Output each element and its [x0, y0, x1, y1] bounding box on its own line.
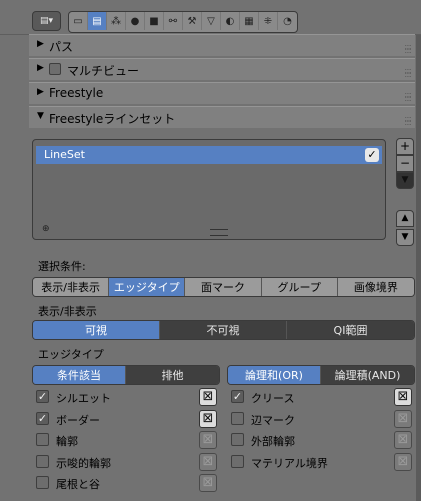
edge-type-checkbox[interactable]: ✓: [231, 390, 244, 403]
edge-type-row: マテリアル境界 ⊠: [231, 452, 421, 471]
edge-logic-option-1[interactable]: 論理積(AND): [321, 366, 414, 384]
panel-title: パス: [49, 40, 74, 54]
list-item[interactable]: LineSet ✓: [36, 146, 382, 164]
selection-option-0[interactable]: 表示/非表示: [33, 278, 110, 296]
edge-type-label: 輪郭: [56, 435, 78, 448]
edge-type-row: 示唆的輪郭 ⊠: [36, 452, 226, 471]
edge-type-row: ✓ ボーダー ⊠: [36, 409, 226, 428]
edge-type-label: 辺マーク: [251, 413, 295, 427]
edge-type-label: 外部輪郭: [251, 435, 295, 448]
panel-lineset[interactable]: ▼ Freestyleラインセット ::::::::: [29, 106, 415, 128]
data-icon[interactable]: ▽: [202, 12, 221, 30]
move-down-button[interactable]: ▼: [396, 229, 414, 246]
edge-type-checkbox[interactable]: [36, 454, 49, 468]
context-tabs: ▭ ▤ ⁂ ● ■ ⚯ ⚒ ▽ ◐ ▦ ⁜ ◔: [68, 11, 298, 33]
collapse-arrow-icon: ▼: [37, 111, 44, 121]
exclude-toggle-icon[interactable]: ⊠: [394, 431, 412, 449]
world-icon[interactable]: ●: [126, 12, 145, 30]
scene-icon[interactable]: ⁂: [107, 12, 126, 30]
texture-icon[interactable]: ▦: [240, 12, 259, 30]
panel-title: マルチビュー: [67, 64, 140, 78]
remove-lineset-button[interactable]: −: [396, 155, 414, 172]
drag-grip-icon[interactable]: ::::::::: [404, 91, 412, 103]
edge-type-checkbox[interactable]: [231, 454, 244, 468]
edge-type-label: 示唆的輪郭: [56, 456, 111, 470]
object-icon[interactable]: ■: [145, 12, 164, 30]
panel-title: Freestyle: [49, 86, 104, 100]
edge-type-checkbox[interactable]: ✓: [36, 411, 49, 425]
material-icon[interactable]: ◐: [221, 12, 240, 30]
lineset-name[interactable]: LineSet: [44, 148, 85, 161]
exclude-toggle-icon[interactable]: ⊠: [199, 431, 217, 449]
exclude-toggle-icon[interactable]: ⊠: [394, 388, 412, 406]
lineset-specials-menu-button[interactable]: ▼: [396, 172, 414, 189]
edge-type-checkbox[interactable]: ✓: [36, 390, 49, 403]
edge-types-label: エッジタイプ: [38, 348, 104, 361]
selection-option-1[interactable]: エッジタイプ: [109, 278, 186, 296]
selection-label: 選択条件:: [38, 260, 86, 273]
edge-type-label: マテリアル境界: [251, 456, 328, 470]
edge-type-row: ✓ クリース ⊠: [231, 388, 421, 406]
exclude-toggle-icon[interactable]: ⊠: [394, 409, 412, 428]
edge-type-label: クリース: [251, 392, 295, 405]
particles-icon[interactable]: ⁜: [259, 12, 278, 30]
lineset-enable-checkbox[interactable]: ✓: [365, 148, 379, 162]
exclude-toggle-icon[interactable]: ⊠: [199, 409, 217, 428]
add-lineset-button[interactable]: +: [396, 138, 414, 155]
panel-freestyle[interactable]: ▶ Freestyle ::::::::: [29, 82, 415, 104]
edge-type-label: ボーダー: [56, 413, 100, 427]
selection-option-3[interactable]: グループ: [261, 278, 338, 296]
visibility-option-1[interactable]: 不可視: [160, 321, 287, 339]
list-filter-icon[interactable]: ⊕: [42, 224, 50, 234]
editor-type-icon: ▤▾: [39, 16, 54, 26]
edge-logic-option-0[interactable]: 論理和(OR): [228, 366, 321, 384]
move-up-button[interactable]: ▲: [396, 210, 414, 227]
multiview-enable-checkbox[interactable]: [49, 63, 61, 75]
modifiers-icon[interactable]: ⚒: [183, 12, 202, 30]
edge-mode-option-1[interactable]: 排他: [126, 366, 219, 384]
edge-type-row: ✓ シルエット ⊠: [36, 388, 226, 406]
edge-type-label: 尾根と谷: [56, 478, 100, 491]
expand-arrow-icon: ▶: [37, 39, 44, 49]
edge-type-row: 輪郭 ⊠: [36, 431, 226, 449]
visibility-label: 表示/非表示: [38, 305, 97, 318]
list-resize-handle[interactable]: [210, 229, 228, 236]
edge-type-checkbox[interactable]: [36, 476, 49, 489]
edge-mode-toggles: 条件該当 排他: [32, 365, 220, 385]
visibility-option-2[interactable]: QI範囲: [287, 321, 414, 339]
expand-arrow-icon: ▶: [37, 63, 44, 73]
edge-type-checkbox[interactable]: [36, 433, 49, 446]
selection-option-2[interactable]: 面マーク: [185, 278, 262, 296]
properties-header: ▤▾ ▭ ▤ ⁂ ● ■ ⚯ ⚒ ▽ ◐ ▦ ⁜ ◔: [0, 0, 421, 35]
visibility-toggles: 可視 不可視 QI範囲: [32, 320, 415, 340]
edge-type-row: 外部輪郭 ⊠: [231, 431, 421, 449]
drag-grip-icon[interactable]: ::::::::: [404, 43, 412, 55]
selection-toggles: 表示/非表示 エッジタイプ 面マーク グループ 画像境界: [32, 277, 415, 297]
physics-icon[interactable]: ◔: [278, 12, 297, 30]
exclude-toggle-icon[interactable]: ⊠: [394, 452, 412, 471]
edge-type-row: 辺マーク ⊠: [231, 409, 421, 428]
constraints-icon[interactable]: ⚯: [164, 12, 183, 30]
drag-grip-icon[interactable]: ::::::::: [404, 67, 412, 79]
expand-arrow-icon: ▶: [37, 87, 44, 97]
render-layers-icon[interactable]: ▤: [88, 12, 107, 30]
selection-option-4[interactable]: 画像境界: [337, 278, 414, 296]
editor-type-menu[interactable]: ▤▾: [32, 11, 61, 31]
left-gutter: [0, 35, 23, 501]
exclude-toggle-icon[interactable]: ⊠: [199, 388, 217, 406]
drag-grip-icon[interactable]: ::::::::: [404, 115, 412, 127]
exclude-toggle-icon[interactable]: ⊠: [199, 474, 217, 492]
edge-type-checkbox[interactable]: [231, 433, 244, 446]
panel-pass[interactable]: ▶ パス ::::::::: [29, 34, 415, 56]
edge-type-label: シルエット: [56, 392, 111, 405]
panel-title: Freestyleラインセット: [49, 112, 176, 126]
visibility-option-0[interactable]: 可視: [33, 321, 160, 339]
panel-multiview[interactable]: ▶ マルチビュー ::::::::: [29, 58, 415, 80]
render-icon[interactable]: ▭: [69, 12, 88, 30]
edge-type-row: 尾根と谷 ⊠: [36, 474, 226, 492]
exclude-toggle-icon[interactable]: ⊠: [199, 452, 217, 471]
edge-type-checkbox[interactable]: [231, 411, 244, 425]
edge-logic-toggles: 論理和(OR) 論理積(AND): [227, 365, 415, 385]
edge-mode-option-0[interactable]: 条件該当: [33, 366, 126, 384]
